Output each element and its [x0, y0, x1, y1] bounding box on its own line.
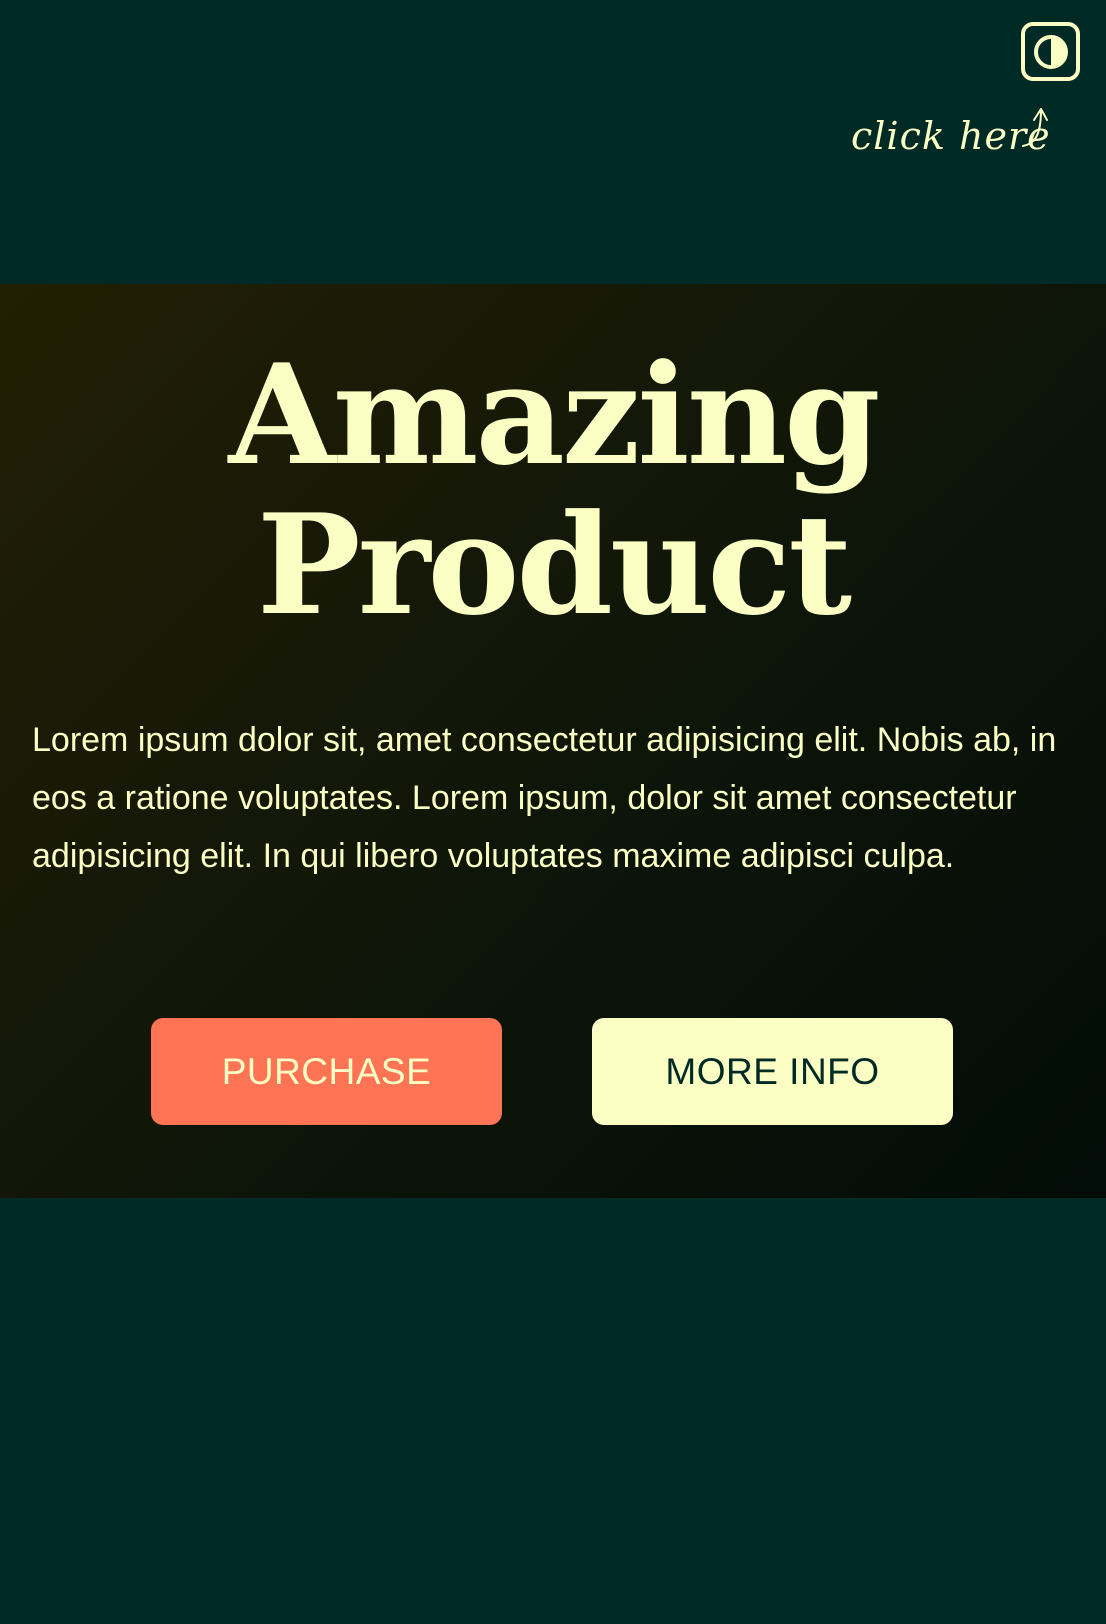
- hero-title: Amazing Product: [0, 340, 1106, 640]
- hero-title-line-1: Amazing: [228, 333, 880, 496]
- hero-title-line-2: Product: [256, 483, 852, 646]
- contrast-icon: [1033, 34, 1068, 69]
- curved-arrow-up-icon: [1022, 108, 1048, 147]
- purchase-button[interactable]: PURCHASE: [151, 1018, 502, 1125]
- click-here-hint: click here: [851, 104, 1061, 164]
- page: { "header": { "theme_toggle_icon": "cont…: [0, 0, 1106, 1624]
- theme-toggle-button[interactable]: [1021, 22, 1080, 81]
- more-info-button[interactable]: MORE INFO: [592, 1018, 953, 1125]
- hero-section: Amazing Product Lorem ipsum dolor sit, a…: [0, 284, 1106, 1198]
- hero-description: Lorem ipsum dolor sit, amet consectetur …: [32, 721, 1057, 875]
